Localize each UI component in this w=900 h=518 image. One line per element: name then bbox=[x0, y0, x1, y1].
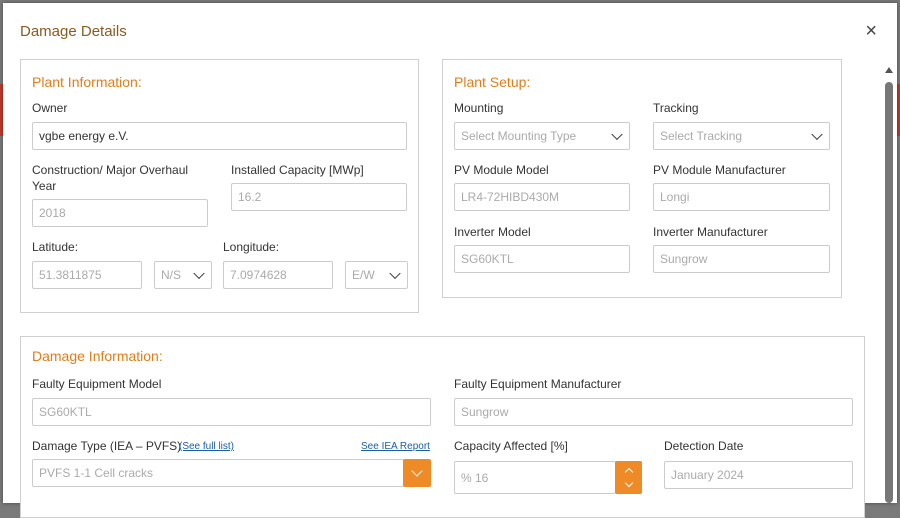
ew-select[interactable]: E/W bbox=[345, 261, 408, 289]
mounting-select[interactable]: Select Mounting Type bbox=[454, 122, 630, 150]
scrollbar-thumb[interactable] bbox=[885, 82, 893, 503]
latitude-field[interactable]: 51.3811875 bbox=[32, 261, 142, 289]
detection-date-label: Detection Date bbox=[664, 439, 744, 453]
faulty-equipment-model-field[interactable]: SG60KTL bbox=[32, 398, 431, 426]
pv-module-manufacturer-field[interactable]: Longi bbox=[653, 183, 830, 211]
longitude-field[interactable]: 7.0974628 bbox=[223, 261, 333, 289]
capacity-affected-field[interactable]: % 16 bbox=[454, 461, 616, 494]
construction-year-label: Construction/ Major Overhaul Year bbox=[32, 162, 188, 194]
installed-capacity-label: Installed Capacity [MWp] bbox=[231, 163, 364, 177]
ns-select-value: N/S bbox=[161, 268, 182, 282]
plant-setup-title: Plant Setup: bbox=[454, 74, 531, 90]
tracking-select[interactable]: Select Tracking bbox=[653, 122, 830, 150]
ew-select-value: E/W bbox=[352, 268, 375, 282]
capacity-affected-stepper[interactable] bbox=[615, 461, 642, 494]
owner-field[interactable]: vgbe energy e.V. bbox=[32, 122, 407, 150]
faulty-equipment-manufacturer-label: Faulty Equipment Manufacturer bbox=[454, 377, 622, 391]
latitude-label: Latitude: bbox=[32, 240, 79, 254]
chevron-down-icon bbox=[811, 128, 823, 141]
mounting-select-placeholder: Select Mounting Type bbox=[461, 129, 577, 143]
owner-label: Owner bbox=[32, 101, 68, 115]
construction-year-label-line2: Year bbox=[32, 179, 57, 193]
modal-scrollbar[interactable] bbox=[884, 67, 894, 503]
tracking-select-placeholder: Select Tracking bbox=[660, 129, 743, 143]
damage-information-section: Damage Information: Faulty Equipment Mod… bbox=[20, 336, 865, 518]
modal-title: Damage Details bbox=[20, 23, 127, 40]
pv-module-model-field[interactable]: LR4-72HIBD430M bbox=[454, 183, 630, 211]
construction-year-field[interactable]: 2018 bbox=[32, 199, 208, 227]
tracking-label: Tracking bbox=[653, 101, 699, 115]
faulty-equipment-model-label: Faulty Equipment Model bbox=[32, 377, 162, 391]
damage-type-field[interactable]: PVFS 1-1 Cell cracks bbox=[32, 459, 404, 487]
spinner-up-icon[interactable] bbox=[624, 467, 633, 477]
faulty-equipment-manufacturer-field[interactable]: Sungrow bbox=[454, 398, 853, 426]
chevron-down-icon bbox=[611, 128, 623, 141]
scroll-up-icon[interactable] bbox=[885, 67, 893, 73]
mounting-label: Mounting bbox=[454, 101, 504, 115]
see-iea-report-link[interactable]: See IEA Report bbox=[361, 441, 430, 452]
see-full-list-link[interactable]: (See full list) bbox=[179, 441, 234, 452]
chevron-down-icon bbox=[193, 267, 205, 280]
installed-capacity-field[interactable]: 16.2 bbox=[231, 183, 407, 211]
spinner-down-icon[interactable] bbox=[624, 478, 633, 488]
pv-module-manufacturer-label: PV Module Manufacturer bbox=[653, 163, 786, 177]
damage-type-label: Damage Type (IEA – PVFS) bbox=[32, 439, 182, 453]
ns-select[interactable]: N/S bbox=[154, 261, 212, 289]
inverter-manufacturer-field[interactable]: Sungrow bbox=[653, 245, 830, 273]
damage-information-title: Damage Information: bbox=[32, 348, 163, 364]
chevron-down-icon bbox=[389, 267, 401, 280]
pv-module-model-label: PV Module Model bbox=[454, 163, 549, 177]
inverter-manufacturer-label: Inverter Manufacturer bbox=[653, 225, 768, 239]
plant-information-title: Plant Information: bbox=[32, 74, 142, 90]
detection-date-field[interactable]: January 2024 bbox=[664, 461, 853, 489]
construction-year-label-line1: Construction/ Major Overhaul bbox=[32, 163, 189, 177]
inverter-model-field[interactable]: SG60KTL bbox=[454, 245, 630, 273]
close-icon[interactable]: × bbox=[865, 21, 877, 41]
plant-information-section: Plant Information: Owner vgbe energy e.V… bbox=[20, 59, 419, 313]
plant-setup-section: Plant Setup: Mounting Select Mounting Ty… bbox=[442, 59, 842, 298]
capacity-affected-label: Capacity Affected [%] bbox=[454, 439, 568, 453]
inverter-model-label: Inverter Model bbox=[454, 225, 531, 239]
chevron-down-icon bbox=[411, 465, 423, 477]
damage-details-modal: Damage Details × Plant Information: Owne… bbox=[3, 3, 897, 518]
longitude-label: Longitude: bbox=[223, 240, 280, 254]
damage-type-dropdown-button[interactable] bbox=[403, 459, 431, 487]
